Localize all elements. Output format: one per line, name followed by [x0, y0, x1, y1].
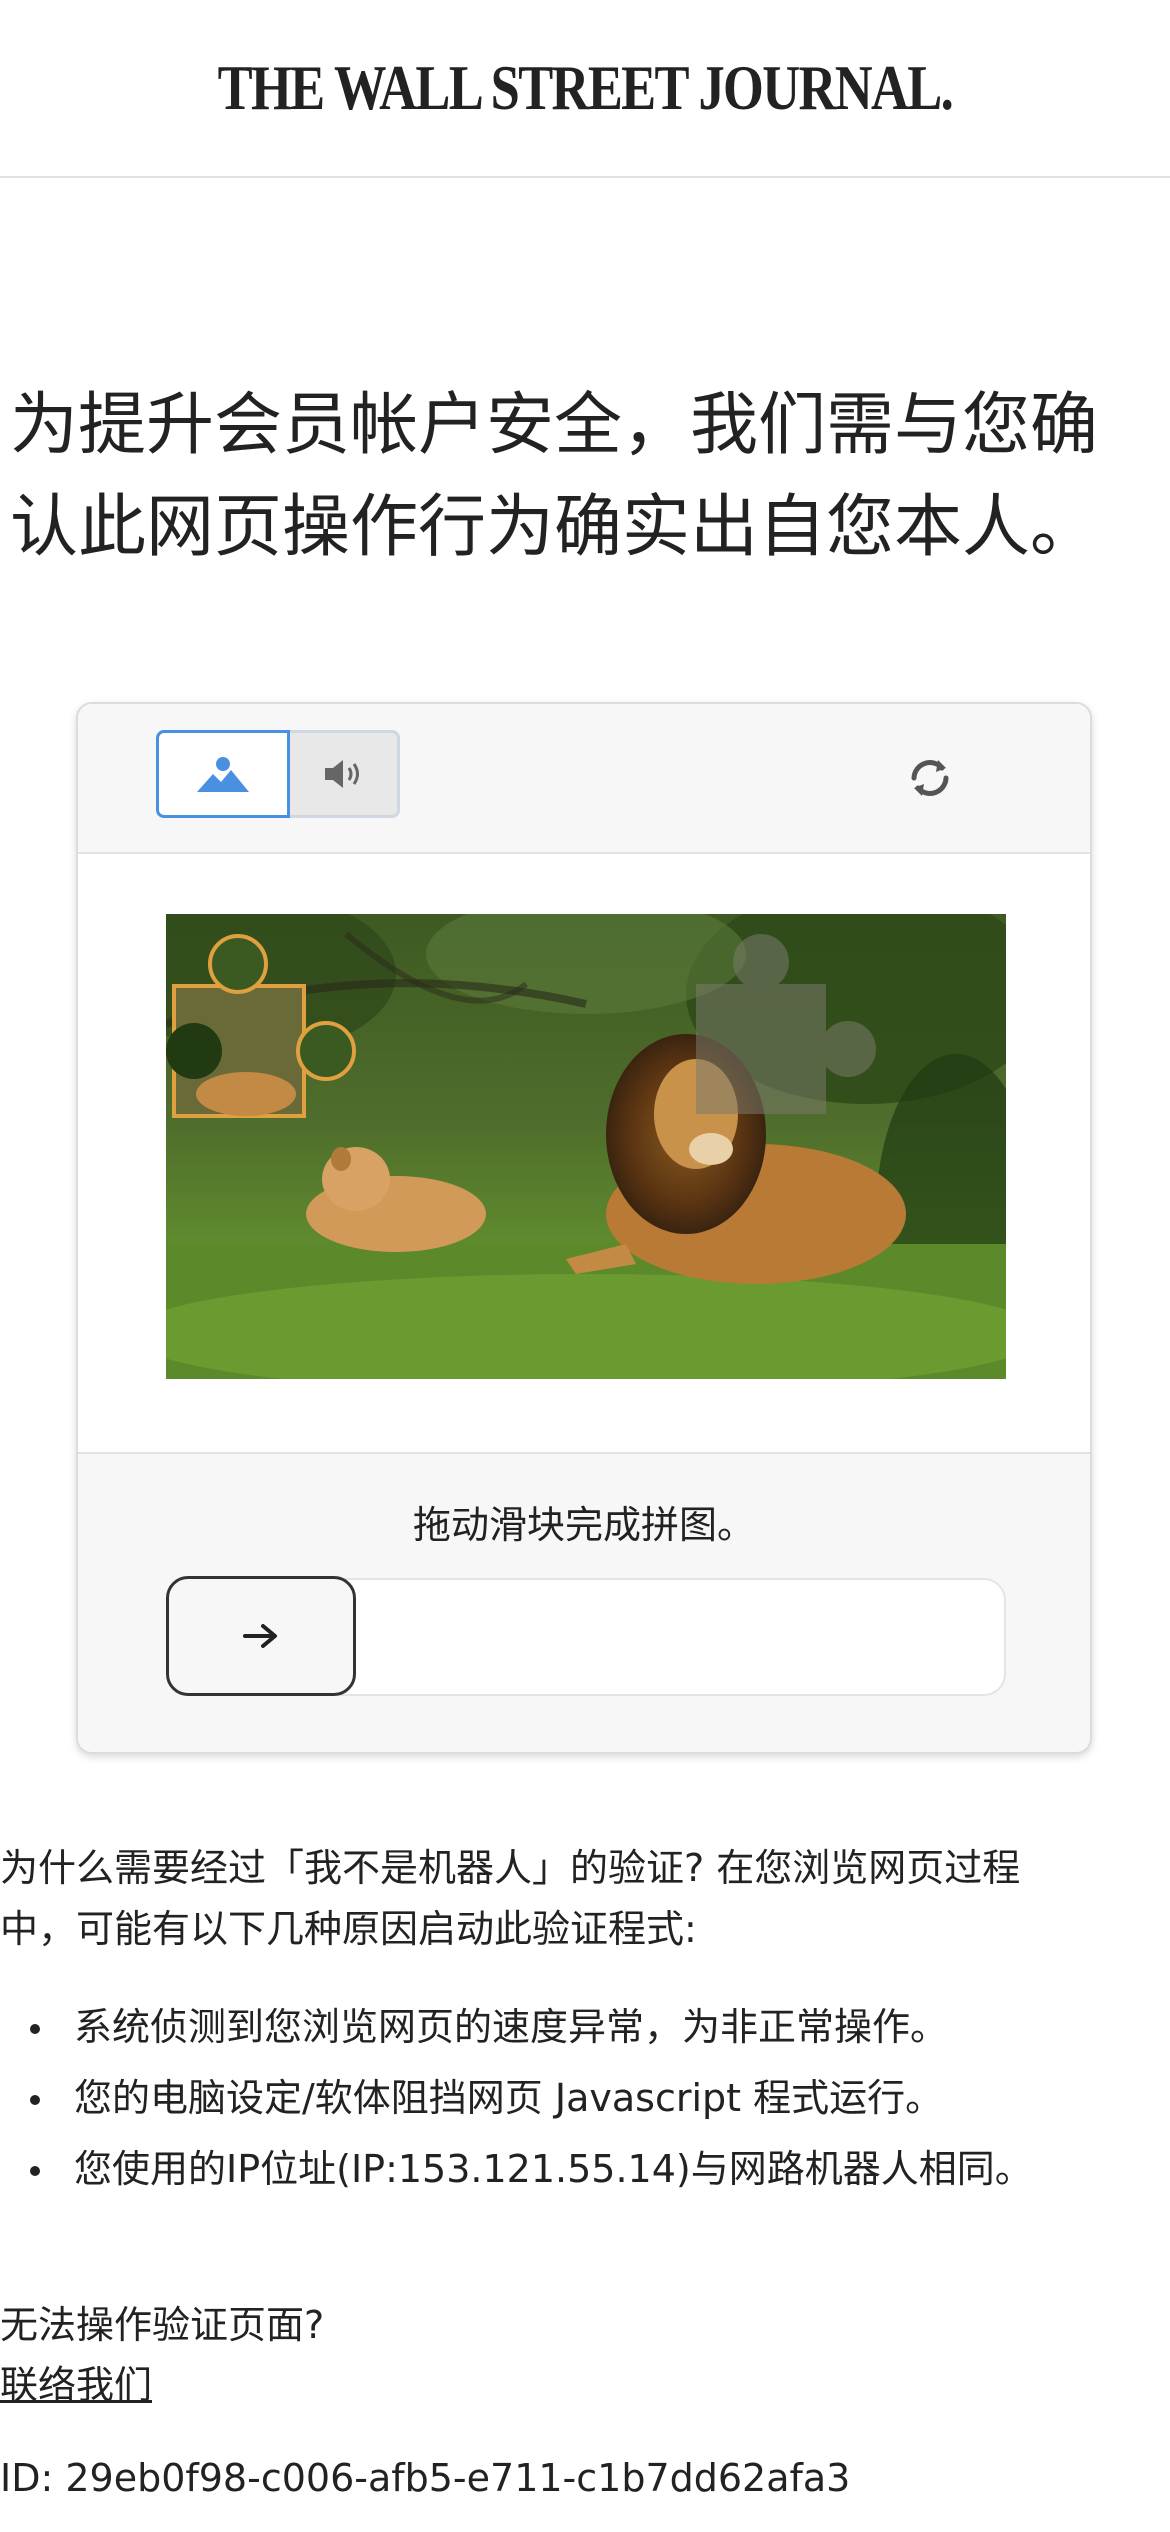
- reason-item: 您的电脑设定/软体阻挡网页 Javascript 程式运行。: [0, 2063, 1170, 2134]
- captcha-mode-toggle: [156, 730, 400, 818]
- reason-list: 系统侦测到您浏览网页的速度异常，为非正常操作。 您的电脑设定/软体阻挡网页 Ja…: [0, 1992, 1170, 2205]
- wsj-logo: THE WALL STREET JOURNAL.: [217, 52, 954, 123]
- refresh-button[interactable]: [900, 748, 960, 808]
- captcha-toolbar: [78, 704, 1090, 854]
- audio-mode-button[interactable]: [290, 730, 400, 818]
- reason-item: 系统侦测到您浏览网页的速度异常，为非正常操作。: [0, 1992, 1170, 2063]
- page-title-line-1: 为提升会员帐户安全，我们需与您确: [10, 386, 1099, 465]
- image-mountain-icon: [197, 757, 249, 792]
- help-question: 无法操作验证页面?: [0, 2303, 325, 2347]
- slider-instruction: 拖动滑块完成拼图。: [412, 1503, 755, 1547]
- slider-handle[interactable]: [166, 1576, 356, 1696]
- captcha-image-area: [78, 854, 1090, 1452]
- page-title-line-2: 认此网页操作行为确实出自您本人。: [10, 488, 1099, 567]
- page-title: 为提升会员帐户安全，我们需与您确 认此网页操作行为确实出自您本人。: [10, 375, 1170, 579]
- speaker-icon: [324, 760, 359, 788]
- contact-us-link[interactable]: 联络我们: [0, 2355, 152, 2415]
- reference-id: ID: 29eb0f98-c006-afb5-e711-c1b7dd62afa3: [0, 2456, 851, 2500]
- explanation-line-1: 为什么需要经过「我不是机器人」的验证? 在您浏览网页过程: [0, 1846, 1021, 1890]
- captcha-widget: 拖动滑块完成拼图。: [76, 702, 1092, 1754]
- arrow-right-icon: [243, 1624, 277, 1648]
- site-header: THE WALL STREET JOURNAL.: [0, 0, 1170, 178]
- lion-photo-puzzle: [166, 914, 1006, 1379]
- verification-explanation: 为什么需要经过「我不是机器人」的验证? 在您浏览网页过程 中，可能有以下几种原因…: [0, 1838, 1170, 1960]
- captcha-slider-area: 拖动滑块完成拼图。: [78, 1452, 1090, 1752]
- explanation-line-2: 中，可能有以下几种原因启动此验证程式:: [0, 1907, 697, 1951]
- reason-item: 您使用的IP位址(IP:153.121.55.14)与网路机器人相同。: [0, 2134, 1170, 2205]
- refresh-icon: [911, 760, 949, 796]
- puzzle-image: [166, 914, 1006, 1379]
- image-mode-button[interactable]: [156, 730, 290, 818]
